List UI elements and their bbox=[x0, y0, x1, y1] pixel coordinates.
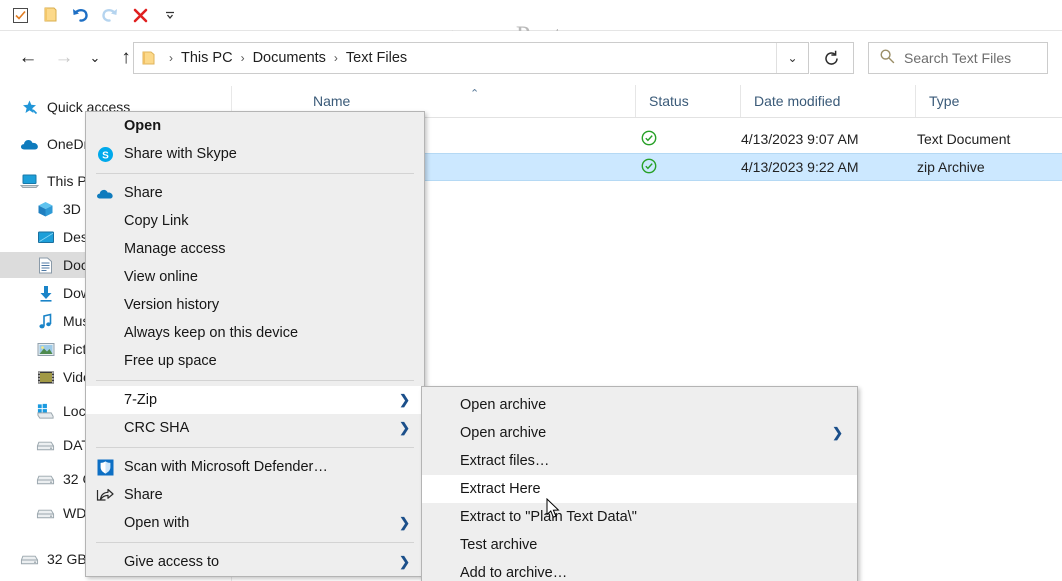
menu-item-view-online[interactable]: View online bbox=[86, 263, 424, 291]
new-folder-icon[interactable] bbox=[36, 2, 64, 28]
redo-icon[interactable] bbox=[96, 2, 124, 28]
computer-icon bbox=[20, 172, 39, 191]
search-box[interactable]: Search Text Files bbox=[868, 42, 1048, 74]
menu-item-open[interactable]: Open bbox=[86, 112, 424, 140]
submenu-item-open-archive[interactable]: Open archive bbox=[422, 391, 857, 419]
sync-status-icon bbox=[641, 130, 657, 149]
document-icon bbox=[36, 256, 55, 275]
sync-status-icon bbox=[641, 158, 657, 177]
videos-icon bbox=[36, 368, 55, 387]
submenu-item-extract-files[interactable]: Extract files… bbox=[422, 447, 857, 475]
menu-item-open-with[interactable]: Open with ❯ bbox=[86, 509, 424, 537]
svg-text:S: S bbox=[102, 150, 109, 161]
submenu-item-extract-to-folder[interactable]: Extract to "Plain Text Data\" bbox=[422, 503, 857, 531]
submenu-item-test-archive[interactable]: Test archive bbox=[422, 531, 857, 559]
menu-separator bbox=[96, 447, 414, 448]
chevron-right-icon: ❯ bbox=[399, 420, 410, 435]
menu-separator bbox=[96, 542, 414, 543]
context-menu: Open S Share with Skype Share Copy Link … bbox=[85, 111, 425, 577]
folder-icon bbox=[141, 51, 156, 65]
menu-item-copy-link[interactable]: Copy Link bbox=[86, 207, 424, 235]
menu-item-share[interactable]: Share bbox=[86, 481, 424, 509]
forward-button[interactable]: → bbox=[46, 40, 82, 76]
file-type: zip Archive bbox=[917, 159, 985, 175]
menu-item-give-access-to[interactable]: Give access to ❯ bbox=[86, 548, 424, 576]
menu-item-version-history[interactable]: Version history bbox=[86, 291, 424, 319]
defender-icon bbox=[95, 457, 115, 477]
breadcrumb-separator: › bbox=[240, 51, 245, 65]
address-bar[interactable]: › This PC › Documents › Text Files ⌄ bbox=[133, 42, 809, 74]
submenu-item-open-archive-expand[interactable]: Open archive ❯ bbox=[422, 419, 857, 447]
drive-icon bbox=[36, 436, 55, 455]
search-icon bbox=[879, 48, 895, 69]
submenu-item-extract-here[interactable]: Extract Here bbox=[422, 475, 857, 503]
menu-item-free-up-space[interactable]: Free up space bbox=[86, 347, 424, 375]
download-icon bbox=[36, 284, 55, 303]
submenu-item-add-to-archive[interactable]: Add to archive… bbox=[422, 559, 857, 581]
file-type: Text Document bbox=[917, 131, 1011, 147]
menu-item-crc-sha[interactable]: CRC SHA ❯ bbox=[86, 414, 424, 442]
menu-item-7-zip[interactable]: 7-Zip ❯ bbox=[86, 386, 424, 414]
undo-icon[interactable] bbox=[66, 2, 94, 28]
breadcrumb-item-documents[interactable]: Documents bbox=[250, 48, 329, 68]
menu-item-manage-access[interactable]: Manage access bbox=[86, 235, 424, 263]
chevron-right-icon: ❯ bbox=[399, 515, 410, 530]
customize-chevron-icon[interactable] bbox=[156, 2, 184, 28]
menu-item-always-keep-on-this-device[interactable]: Always keep on this device bbox=[86, 319, 424, 347]
star-pin-icon bbox=[20, 98, 39, 117]
share-icon bbox=[95, 485, 115, 505]
music-icon bbox=[36, 312, 55, 331]
column-header-type[interactable]: Type bbox=[915, 85, 1062, 117]
sort-ascending-icon: ⌃ bbox=[470, 88, 480, 100]
chevron-right-icon: ❯ bbox=[399, 392, 410, 407]
menu-item-share-onedrive[interactable]: Share bbox=[86, 179, 424, 207]
desktop-icon bbox=[36, 228, 55, 247]
column-header-date-modified[interactable]: Date modified bbox=[740, 85, 915, 117]
breadcrumb-item-this-pc[interactable]: This PC bbox=[178, 48, 236, 68]
file-explorer-window: groovyPost.com ← → ⌄ ↑ › This PC › Docum… bbox=[0, 0, 1062, 581]
file-date-modified: 4/13/2023 9:22 AM bbox=[741, 159, 859, 175]
chevron-right-icon: ❯ bbox=[399, 554, 410, 569]
breadcrumb-separator: › bbox=[169, 51, 173, 65]
refresh-button[interactable] bbox=[810, 42, 854, 74]
delete-icon[interactable] bbox=[126, 2, 154, 28]
cloud-icon bbox=[20, 135, 39, 154]
drive-icon bbox=[20, 550, 39, 569]
menu-separator bbox=[96, 173, 414, 174]
skype-icon: S bbox=[95, 144, 115, 164]
menu-item-scan-with-microsoft-defender[interactable]: Scan with Microsoft Defender… bbox=[86, 453, 424, 481]
drive-icon bbox=[36, 504, 55, 523]
column-header-status[interactable]: Status bbox=[635, 85, 740, 117]
onedrive-icon bbox=[95, 183, 115, 203]
breadcrumb-separator: › bbox=[333, 51, 338, 65]
search-input[interactable]: Search Text Files bbox=[904, 50, 1011, 66]
address-dropdown-icon[interactable]: ⌄ bbox=[776, 43, 808, 73]
submenu-7zip: Open archive Open archive ❯ Extract file… bbox=[421, 386, 858, 581]
pictures-icon bbox=[36, 340, 55, 359]
menu-item-share-with-skype[interactable]: S Share with Skype bbox=[86, 140, 424, 168]
breadcrumb-item-text-files[interactable]: Text Files bbox=[343, 48, 410, 68]
drive-icon bbox=[36, 470, 55, 489]
recent-locations-button[interactable]: ⌄ bbox=[82, 40, 108, 76]
back-button[interactable]: ← bbox=[10, 40, 46, 76]
properties-icon[interactable] bbox=[6, 2, 34, 28]
chevron-right-icon: ❯ bbox=[832, 425, 843, 440]
file-date-modified: 4/13/2023 9:07 AM bbox=[741, 131, 859, 147]
menu-separator bbox=[96, 380, 414, 381]
cube-icon bbox=[36, 200, 55, 219]
windows-drive-icon bbox=[36, 402, 55, 421]
